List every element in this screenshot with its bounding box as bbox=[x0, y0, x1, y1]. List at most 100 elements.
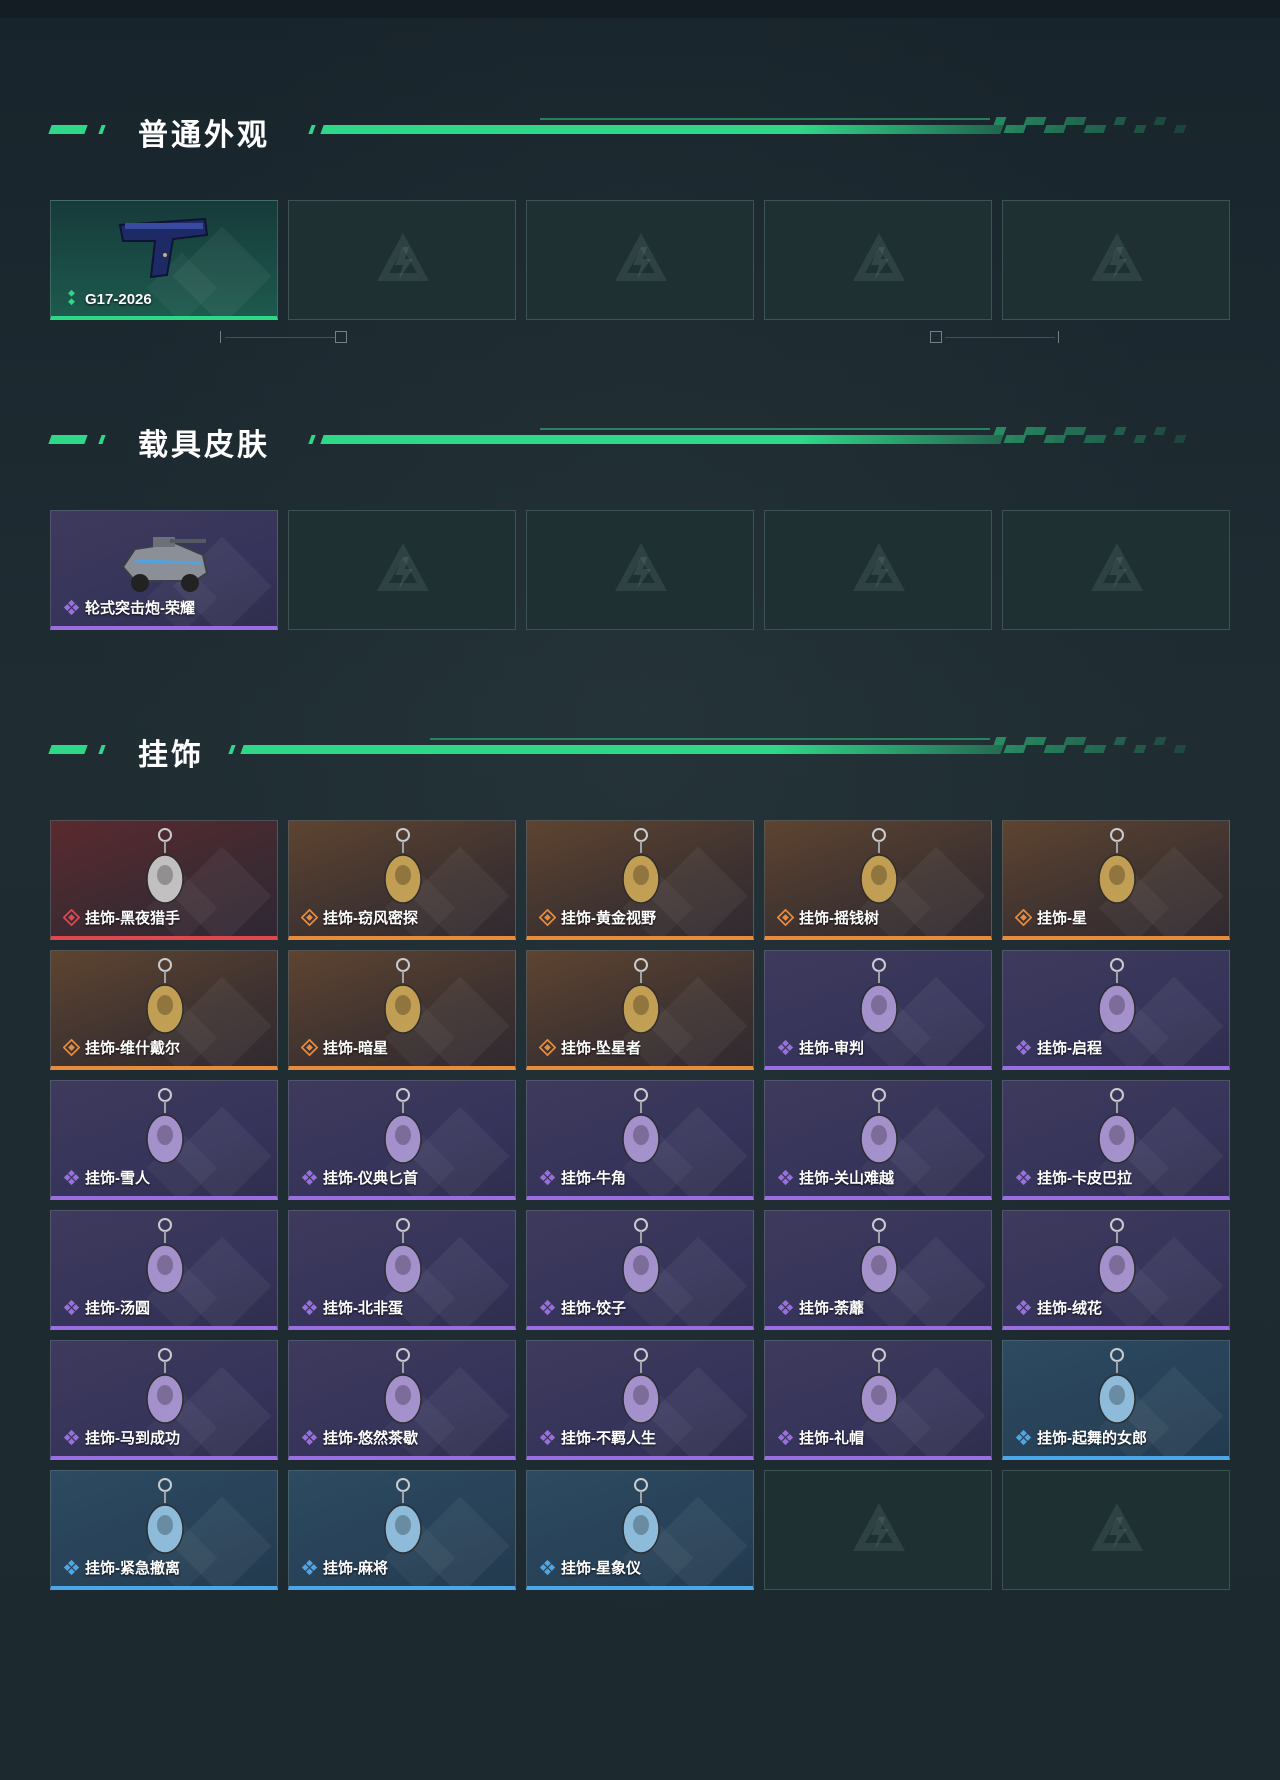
dagger-charm-icon bbox=[353, 1085, 453, 1173]
item-label: 挂饰-礼帽 bbox=[799, 1430, 864, 1447]
item-card[interactable]: 挂饰-摇钱树 bbox=[764, 820, 992, 940]
horse-charm-icon bbox=[115, 1345, 215, 1433]
item-card[interactable]: G17-2026 bbox=[50, 200, 278, 320]
rarity-purple-icon bbox=[539, 1169, 556, 1186]
item-label: 挂饰-维什戴尔 bbox=[85, 1040, 180, 1057]
item-label: 挂饰-汤圆 bbox=[85, 1300, 150, 1317]
item-card[interactable]: 挂饰-窃风密探 bbox=[288, 820, 516, 940]
rarity-red-icon bbox=[62, 908, 81, 927]
item-card[interactable]: 挂饰-麻将 bbox=[288, 1470, 516, 1590]
rarity-green-icon bbox=[63, 289, 80, 306]
item-label: 轮式突击炮-荣耀 bbox=[85, 600, 195, 617]
item-label: 挂饰-黑夜猎手 bbox=[85, 910, 180, 927]
rarity-blue-icon bbox=[539, 1559, 556, 1576]
empty-slot bbox=[1002, 1470, 1230, 1590]
item-card[interactable]: 挂饰-北非蛋 bbox=[288, 1210, 516, 1330]
item-card[interactable]: 挂饰-关山难越 bbox=[764, 1080, 992, 1200]
rarity-purple-icon bbox=[1015, 1169, 1032, 1186]
header-deco bbox=[98, 745, 106, 754]
header-bar-thin bbox=[430, 738, 990, 740]
item-label: 挂饰-暗星 bbox=[323, 1040, 388, 1057]
checker-cell bbox=[1133, 435, 1147, 443]
item-card[interactable]: 挂饰-启程 bbox=[1002, 950, 1230, 1070]
checker-cell bbox=[993, 117, 1007, 125]
rarity-orange-icon bbox=[62, 1038, 81, 1057]
checker-cell bbox=[1153, 117, 1167, 125]
rarity-blue-icon bbox=[1015, 1429, 1032, 1446]
item-card[interactable]: 挂饰-审判 bbox=[764, 950, 992, 1070]
item-label: 挂饰-马到成功 bbox=[85, 1430, 180, 1447]
item-label: 挂饰-坠星者 bbox=[561, 1040, 641, 1057]
rarity-purple-icon bbox=[63, 1429, 80, 1446]
header-deco bbox=[98, 125, 106, 134]
divider-line bbox=[225, 337, 335, 338]
tarot-card-charm-icon bbox=[1067, 825, 1167, 913]
pistol-icon bbox=[115, 205, 215, 293]
checker-cell bbox=[1153, 737, 1167, 745]
header-deco bbox=[308, 125, 316, 134]
section-title: 载具皮肤 bbox=[138, 429, 270, 462]
item-card[interactable]: 挂饰-马到成功 bbox=[50, 1340, 278, 1460]
section-title: 普通外观 bbox=[138, 119, 270, 152]
item-card[interactable]: 挂饰-绒花 bbox=[1002, 1210, 1230, 1330]
top-strip bbox=[0, 0, 1280, 18]
header-bar bbox=[320, 435, 1004, 444]
checker-cell bbox=[1133, 745, 1147, 753]
item-card[interactable]: 轮式突击炮-荣耀 bbox=[50, 510, 278, 630]
item-card[interactable]: 挂饰-紧急撤离 bbox=[50, 1470, 278, 1590]
divider-tick bbox=[1058, 331, 1059, 343]
item-card[interactable]: 挂饰-坠星者 bbox=[526, 950, 754, 1070]
item-card[interactable]: 挂饰-维什戴尔 bbox=[50, 950, 278, 1070]
item-card[interactable]: 挂饰-汤圆 bbox=[50, 1210, 278, 1330]
item-card[interactable]: 挂饰-卡皮巴拉 bbox=[1002, 1080, 1230, 1200]
item-label: 挂饰-审判 bbox=[799, 1040, 864, 1057]
item-card[interactable]: 挂饰-黑夜猎手 bbox=[50, 820, 278, 940]
header-deco bbox=[48, 745, 88, 754]
item-card[interactable]: 挂饰-起舞的女郎 bbox=[1002, 1340, 1230, 1460]
header-deco bbox=[228, 745, 236, 754]
header-bar bbox=[240, 745, 1004, 754]
item-label: 挂饰-麻将 bbox=[323, 1560, 388, 1577]
horns-charm-icon bbox=[591, 1085, 691, 1173]
item-label: 挂饰-雪人 bbox=[85, 1170, 150, 1187]
empty-slot bbox=[526, 510, 754, 630]
empty-slot bbox=[764, 1470, 992, 1590]
exit-sign-charm-icon bbox=[115, 1475, 215, 1563]
rarity-orange-icon bbox=[538, 908, 557, 927]
header-bar-thin bbox=[540, 118, 990, 120]
feather-blade-charm-icon bbox=[353, 955, 453, 1043]
item-card[interactable]: 挂饰-暗星 bbox=[288, 950, 516, 1070]
rarity-orange-icon bbox=[776, 908, 795, 927]
rarity-purple-icon bbox=[777, 1299, 794, 1316]
dancer-charm-icon bbox=[1067, 1345, 1167, 1433]
empty-slot bbox=[764, 200, 992, 320]
rarity-purple-icon bbox=[63, 599, 80, 616]
item-card[interactable]: 挂饰-悠然茶歇 bbox=[288, 1340, 516, 1460]
rarity-purple-icon bbox=[777, 1429, 794, 1446]
item-label: 挂饰-悠然茶歇 bbox=[323, 1430, 418, 1447]
item-card[interactable]: 挂饰-荼蘼 bbox=[764, 1210, 992, 1330]
header-checker bbox=[993, 427, 1205, 444]
crystal-charm-icon bbox=[591, 955, 691, 1043]
checker-cell bbox=[993, 737, 1007, 745]
item-card[interactable]: 挂饰-星象仪 bbox=[526, 1470, 754, 1590]
divider-tick bbox=[220, 331, 221, 343]
item-card[interactable]: 挂饰-仪典匕首 bbox=[288, 1080, 516, 1200]
placeholder-logo-icon bbox=[611, 539, 671, 599]
item-card[interactable]: 挂饰-饺子 bbox=[526, 1210, 754, 1330]
item-card[interactable]: 挂饰-不羁人生 bbox=[526, 1340, 754, 1460]
item-card[interactable]: 挂饰-礼帽 bbox=[764, 1340, 992, 1460]
dumpling-plate-charm-icon bbox=[591, 1215, 691, 1303]
item-card[interactable]: 挂饰-星 bbox=[1002, 820, 1230, 940]
item-card[interactable]: 挂饰-雪人 bbox=[50, 1080, 278, 1200]
item-label: 挂饰-不羁人生 bbox=[561, 1430, 656, 1447]
header-bar-thin bbox=[540, 428, 990, 430]
item-card[interactable]: 挂饰-牛角 bbox=[526, 1080, 754, 1200]
money-tree-charm-icon bbox=[829, 825, 929, 913]
item-card[interactable]: 挂饰-黄金视野 bbox=[526, 820, 754, 940]
checker-cell bbox=[1153, 427, 1167, 435]
rarity-purple-icon bbox=[1015, 1039, 1032, 1056]
cupcake-charm-icon bbox=[353, 1345, 453, 1433]
item-label: 挂饰-摇钱树 bbox=[799, 910, 879, 927]
rarity-purple-icon bbox=[539, 1429, 556, 1446]
